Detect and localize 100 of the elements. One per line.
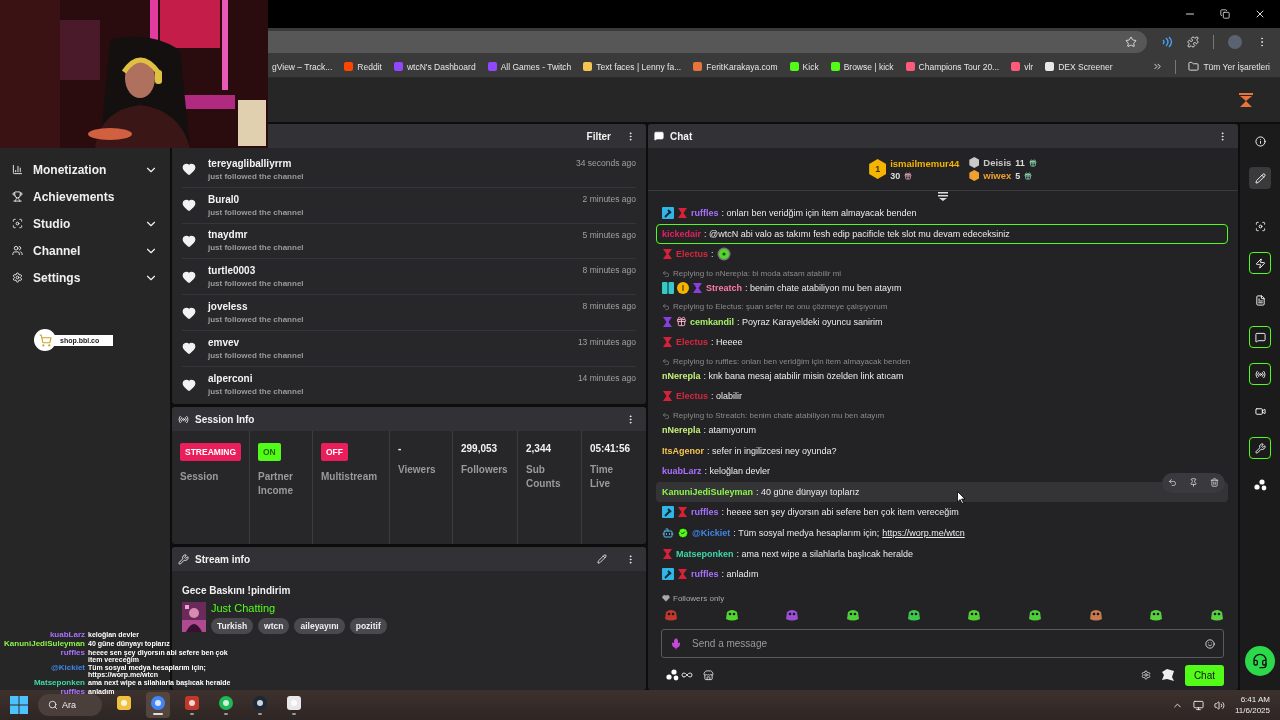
follower-name: tnaydmr — [208, 229, 249, 241]
bookmark[interactable]: Kick — [789, 61, 819, 72]
address-field[interactable] — [268, 31, 1147, 53]
bookmark[interactable]: Reddit — [344, 61, 382, 72]
nav-item[interactable]: Settings — [12, 268, 158, 287]
close-icon[interactable] — [1254, 8, 1266, 20]
collapse-icon[interactable] — [938, 192, 948, 201]
store-icon[interactable] — [703, 669, 714, 681]
rail-button[interactable] — [1249, 167, 1271, 189]
rail-button[interactable] — [1249, 252, 1271, 274]
follow-time: 13 minutes ago — [577, 337, 636, 347]
emote-icon[interactable] — [906, 608, 921, 622]
emote-icon[interactable] — [1088, 608, 1103, 622]
chat-username[interactable]: cemkandil — [690, 316, 735, 327]
puzzle-icon[interactable] — [1187, 36, 1199, 48]
microphone-icon[interactable] — [670, 637, 682, 650]
nav-item[interactable]: Monetization — [12, 160, 158, 179]
star-icon[interactable] — [1125, 36, 1137, 48]
wrench-icon — [1254, 442, 1266, 454]
trophy-icon — [12, 191, 23, 202]
emote-icon[interactable] — [967, 608, 982, 622]
chat-username[interactable]: ruffles — [691, 208, 719, 219]
filter-button[interactable]: Filter — [586, 130, 611, 142]
taskbar-app[interactable] — [146, 692, 170, 718]
chat-message-text: : knk bana mesaj atabilir misin özelden link atıcam — [703, 370, 904, 381]
reply-icon — [662, 357, 670, 366]
chat-username[interactable]: kuabLarz — [662, 466, 702, 477]
chat-username[interactable]: ruffles — [691, 569, 719, 580]
chat-username[interactable]: @Kickiet — [692, 528, 731, 538]
search-icon — [48, 700, 58, 710]
sparkle-icon[interactable] — [1160, 668, 1175, 682]
bookmark[interactable]: gView – Track... — [272, 61, 333, 72]
restore-icon[interactable] — [1220, 9, 1230, 19]
rail-button[interactable] — [1249, 326, 1271, 348]
category-link[interactable]: Just Chatting — [211, 602, 387, 614]
tag[interactable]: aileyayını — [294, 618, 345, 634]
chat-message-text: : — [711, 249, 714, 260]
chat-link[interactable]: https://worp.me/wtcn — [882, 528, 965, 538]
panel-title: Session Info — [195, 413, 256, 425]
emote-icon[interactable] — [845, 608, 860, 622]
chat-username[interactable]: ItsAgenor — [662, 445, 704, 456]
bookmark[interactable]: Browse | kick — [830, 61, 894, 72]
pencil-icon[interactable] — [597, 554, 607, 564]
follower-name: alperconi — [208, 373, 254, 385]
chat-message-text: : onları ben veridğim için item almayacak benden — [721, 208, 917, 219]
tag[interactable]: pozitif — [349, 618, 387, 634]
windows-start-icon[interactable] — [10, 696, 28, 714]
pin-icon[interactable] — [1189, 478, 1198, 488]
heart-icon — [182, 269, 196, 284]
reply-icon[interactable] — [1168, 478, 1177, 488]
dots-icon[interactable] — [666, 669, 679, 681]
bookmark[interactable]: FeritKarakaya.com — [693, 61, 778, 72]
stat-label: Followers — [461, 463, 508, 477]
gear-icon[interactable] — [1140, 670, 1151, 680]
reply-icon — [662, 303, 670, 312]
nav-item[interactable]: Achievements — [12, 187, 158, 206]
chat-username[interactable]: Matseponken — [676, 548, 734, 559]
bookmark[interactable]: Champions Tour 20... — [905, 61, 1000, 72]
chat-message-text: : ama next wipe a silahlarla başlıcak heralde — [736, 548, 914, 559]
emote-icon[interactable] — [1209, 608, 1224, 622]
tag[interactable]: wtcn — [258, 618, 290, 634]
logo-icon[interactable] — [1238, 92, 1254, 108]
bookmarks-folder[interactable]: Tüm Yer İşaretleri — [1188, 61, 1270, 72]
rail-button[interactable] — [1249, 363, 1271, 385]
bookmark[interactable]: wtcN's Dashboard — [393, 61, 476, 72]
bookmark[interactable]: DEX Screener — [1045, 61, 1113, 72]
chat-username[interactable]: nNerepla — [662, 425, 701, 436]
chat-username[interactable]: kickedair — [662, 228, 702, 239]
bookmark[interactable]: All Games - Twitch — [487, 61, 572, 72]
app-icon — [218, 695, 234, 711]
volume-icon[interactable] — [1214, 699, 1225, 711]
trash-icon[interactable] — [1210, 478, 1219, 488]
emote-icon[interactable] — [1149, 608, 1164, 622]
chat-button[interactable]: Chat — [1184, 664, 1224, 686]
bookmark[interactable]: Text faces | Lenny fa... — [583, 61, 682, 72]
bookmark[interactable]: vlr — [1011, 61, 1034, 72]
emote-icon[interactable] — [1027, 608, 1042, 622]
chat-username[interactable]: nNerepla — [662, 370, 701, 381]
monitor-icon[interactable] — [1193, 699, 1204, 711]
tag[interactable]: Turkish — [211, 618, 254, 634]
clock[interactable]: 6:41 AM 11/6/2025 — [1235, 695, 1270, 715]
nav-item[interactable]: Channel — [12, 241, 158, 260]
chat-username[interactable]: ruffles — [691, 507, 719, 518]
app-icon — [116, 695, 132, 711]
smiley-icon[interactable] — [1205, 638, 1215, 649]
chevrons-right-icon[interactable] — [1152, 61, 1164, 72]
message-input[interactable]: Send a message — [690, 637, 1197, 650]
chat-message-text: : sefer in ingilizcesi ney oyunda? — [707, 445, 837, 456]
app-icon — [252, 695, 268, 711]
chat-username[interactable]: KanuniJediSuleyman — [662, 486, 754, 497]
message-field[interactable]: Send a message — [661, 629, 1224, 658]
nav-item[interactable]: Studio — [12, 214, 158, 233]
panel-title: Chat — [670, 130, 694, 142]
search-field[interactable]: Ara — [38, 694, 102, 716]
sound-waves-icon[interactable] — [1161, 36, 1173, 48]
chat-username[interactable]: Streatch — [706, 283, 742, 294]
infinity-icon[interactable] — [681, 669, 693, 681]
rail-button[interactable] — [1249, 437, 1271, 459]
emote-icon[interactable] — [724, 608, 739, 622]
help-button[interactable] — [1245, 646, 1275, 676]
